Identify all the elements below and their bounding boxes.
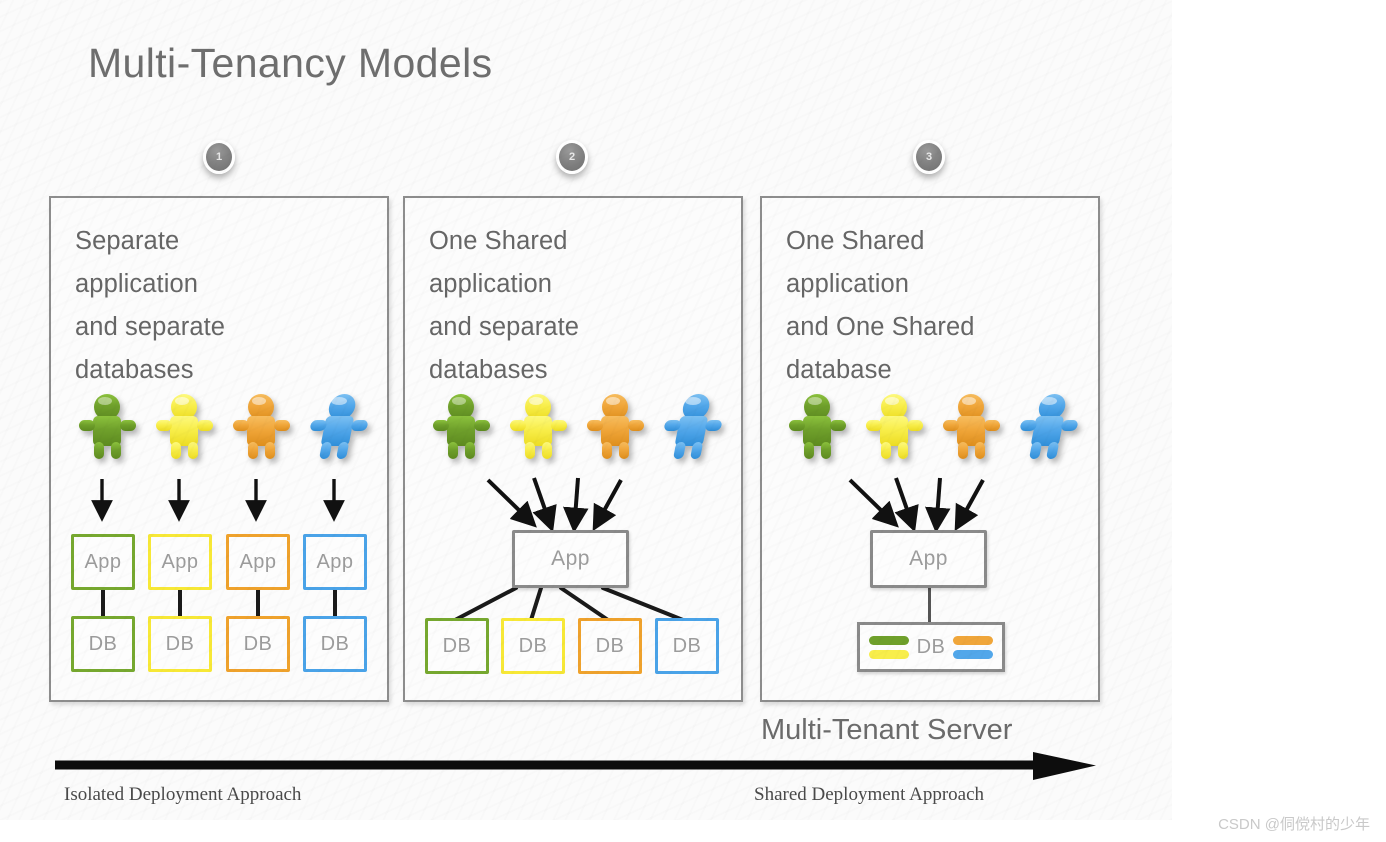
slide-canvas: Multi-Tenancy Models 1 2 3 Separate appl…: [0, 0, 1172, 820]
step-badge-1-label: 1: [215, 151, 223, 163]
tenant-figure-orange-icon: [940, 392, 1003, 460]
shared-db-box: DB: [857, 622, 1005, 672]
db-box-label: DB: [672, 634, 702, 657]
app-box-orange: App: [226, 534, 290, 590]
tenant-figure-green-icon: [430, 392, 493, 460]
app-box-blue: App: [303, 534, 367, 590]
tenant-figure-green-icon: [786, 392, 849, 460]
step-badge-2-label: 2: [568, 151, 576, 163]
shared-app-box: App: [512, 530, 629, 588]
tenant-figures-panel-3: [786, 392, 1080, 460]
db-box-label: DB: [916, 635, 946, 658]
tenant-figure-yellow-icon: [863, 392, 926, 460]
db-box-label: DB: [165, 632, 195, 655]
app-db-connector: [101, 588, 105, 618]
page-title: Multi-Tenancy Models: [88, 40, 493, 86]
db-box-label: DB: [88, 632, 118, 655]
tenant-figure-yellow-icon: [507, 392, 570, 460]
isolated-approach-label: Isolated Deployment Approach: [64, 784, 302, 805]
db-bar-group-left: [869, 635, 909, 659]
app-db-connector: [928, 588, 931, 622]
app-box-label: App: [239, 550, 277, 573]
tenant-figure-blue-icon: [1017, 392, 1080, 460]
panel-1-heading: Separate application and separate databa…: [75, 227, 226, 384]
db-box-green: DB: [425, 618, 489, 674]
db-bar-group-right: [952, 635, 993, 659]
db-box-orange: DB: [578, 618, 642, 674]
app-box-green: App: [71, 534, 135, 590]
step-badge-2: 2: [556, 140, 588, 174]
app-box-label: App: [551, 547, 590, 570]
deployment-spectrum-arrow: [55, 752, 1096, 780]
db-box-green: DB: [71, 616, 135, 672]
db-box-blue: DB: [655, 618, 719, 674]
step-badge-3-label: 3: [925, 151, 933, 163]
db-box-label: DB: [320, 632, 350, 655]
db-box-blue: DB: [303, 616, 367, 672]
tenant-figure-blue-icon: [661, 392, 724, 460]
tenant-figure-yellow-icon: [153, 392, 216, 460]
app-db-connector: [256, 588, 260, 618]
app-box-label: App: [316, 550, 354, 573]
step-badge-3: 3: [913, 140, 945, 174]
shared-approach-label: Shared Deployment Approach: [754, 784, 985, 805]
db-box-label: DB: [518, 634, 548, 657]
app-box-yellow: App: [148, 534, 212, 590]
db-bar-green-icon: [869, 635, 909, 645]
multi-tenant-server-label: Multi-Tenant Server: [761, 714, 1013, 746]
panel-2-heading: One Shared application and separate data…: [429, 227, 580, 384]
panel-3-heading: One Shared application and One Shared da…: [786, 227, 975, 384]
tenant-figure-orange-icon: [230, 392, 293, 460]
tenant-figures-panel-2: [430, 392, 724, 460]
tenant-figure-green-icon: [76, 392, 139, 460]
tenant-figure-orange-icon: [584, 392, 647, 460]
app-db-connector: [333, 588, 337, 618]
csdn-watermark: CSDN @侗傥村的少年: [1218, 816, 1370, 833]
app-box-label: App: [84, 550, 122, 573]
db-box-label: DB: [243, 632, 273, 655]
db-box-orange: DB: [226, 616, 290, 672]
db-box-label: DB: [595, 634, 625, 657]
db-bar-yellow-icon: [869, 649, 909, 659]
db-bar-orange-icon: [952, 635, 993, 645]
step-badge-1: 1: [203, 140, 235, 174]
db-bar-blue-icon: [952, 649, 993, 659]
app-db-connector: [178, 588, 182, 618]
tenant-figure-blue-icon: [307, 392, 370, 460]
db-box-label: DB: [442, 634, 472, 657]
tenant-figures-panel-1: [76, 392, 370, 460]
db-box-yellow: DB: [148, 616, 212, 672]
db-box-yellow: DB: [501, 618, 565, 674]
shared-app-box: App: [870, 530, 987, 588]
app-box-label: App: [909, 547, 948, 570]
app-box-label: App: [161, 550, 199, 573]
